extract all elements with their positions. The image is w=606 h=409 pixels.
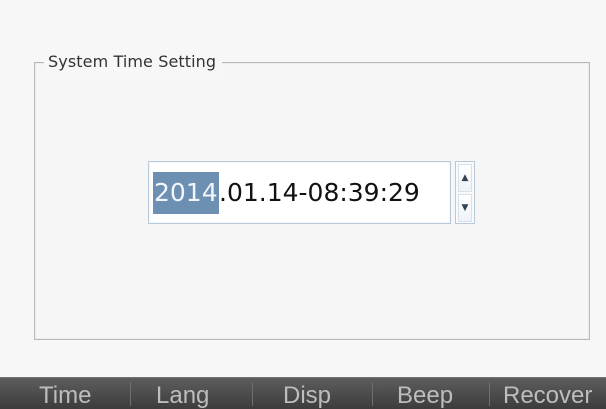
group-title: System Time Setting [44,51,223,73]
device-screen: System Time Setting 2014 .01.14-08:39:29… [0,0,606,409]
system-time-field[interactable]: 2014 .01.14-08:39:29 [148,161,451,224]
tab-separator [130,382,131,406]
date-time-value[interactable]: .01.14-08:39:29 [219,162,420,223]
arrow-down-icon: ▼ [461,203,469,213]
spinner-down-button[interactable]: ▼ [458,194,472,222]
selected-year-segment[interactable]: 2014 [153,172,219,214]
tab-separator [489,382,490,406]
tab-time[interactable]: Time [39,378,91,409]
time-spinner[interactable]: ▲ ▼ [455,161,475,224]
tab-disp[interactable]: Disp [283,378,331,409]
tab-beep[interactable]: Beep [397,378,453,409]
tab-recover[interactable]: Recover [503,378,606,409]
tab-separator [252,382,253,406]
spinner-up-button[interactable]: ▲ [458,164,472,192]
tab-lang[interactable]: Lang [156,378,209,409]
tab-separator [372,382,373,406]
arrow-up-icon: ▲ [461,173,469,183]
bottom-menu-bar: Time Lang Disp Beep Recover [0,377,606,409]
